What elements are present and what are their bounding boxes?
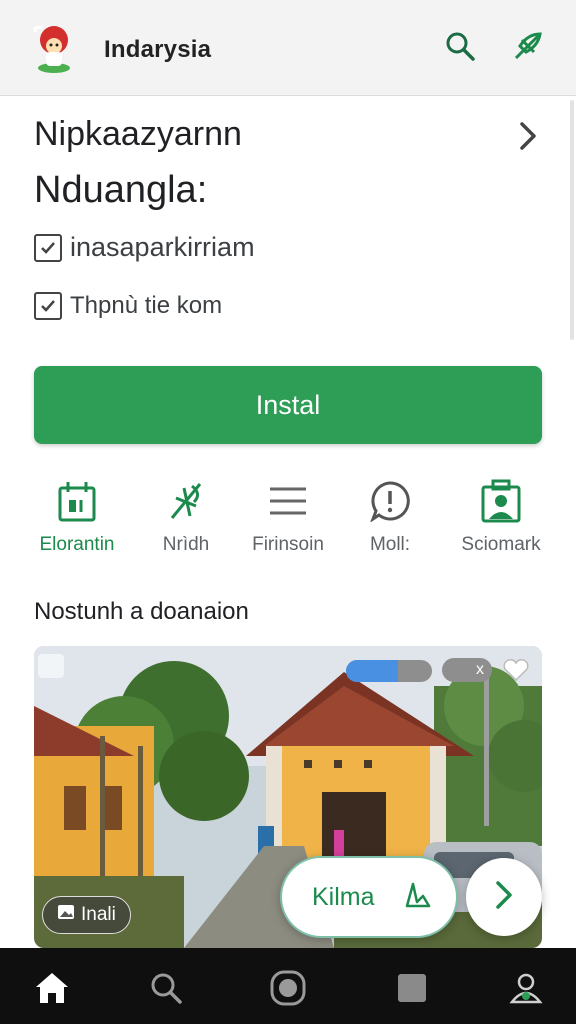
next-button[interactable] bbox=[466, 858, 542, 936]
square-icon[interactable] bbox=[392, 968, 432, 1008]
leaf-icon bbox=[131, 476, 241, 526]
check-item-1[interactable]: inasaparkirriam bbox=[34, 232, 255, 263]
quick-action-4[interactable]: Moll: bbox=[335, 476, 445, 556]
menu-icon bbox=[233, 476, 343, 526]
circle-icon[interactable] bbox=[268, 968, 308, 1008]
mascot-logo[interactable] bbox=[30, 24, 78, 74]
check-item-2[interactable]: Thpnù tie kom bbox=[34, 292, 222, 320]
quick-action-label: Sciomark bbox=[461, 534, 541, 555]
photo-icon bbox=[446, 476, 556, 526]
quick-action-label: Elorantin bbox=[39, 534, 115, 555]
gallery-badge-icon bbox=[38, 654, 64, 678]
profile-icon[interactable] bbox=[506, 968, 546, 1008]
heart-icon[interactable] bbox=[502, 658, 530, 682]
photo-progress-fill bbox=[346, 660, 398, 682]
top-app-bar: Indarysia bbox=[0, 0, 576, 96]
quick-action-2[interactable]: Nrìdh bbox=[131, 476, 241, 556]
app-title: Indarysia bbox=[104, 36, 212, 63]
chevron-right-icon[interactable] bbox=[512, 118, 544, 154]
checkbox-icon[interactable] bbox=[34, 292, 62, 320]
headline-line-2: Nduangla: bbox=[34, 169, 208, 211]
floating-action-pill[interactable]: Kilma bbox=[280, 856, 458, 938]
image-icon bbox=[57, 904, 75, 926]
leaf-action-icon[interactable] bbox=[510, 28, 546, 64]
scrollbar[interactable] bbox=[570, 100, 574, 340]
bottom-navigation bbox=[0, 948, 576, 1024]
chevron-right-icon bbox=[490, 879, 518, 916]
alert-icon bbox=[335, 476, 445, 526]
floating-pill-label: Kilma bbox=[312, 882, 375, 911]
install-button[interactable]: Instal bbox=[34, 366, 542, 444]
photo-chip[interactable]: Inali bbox=[42, 896, 131, 934]
check-label: inasaparkirriam bbox=[70, 232, 255, 262]
calendar-icon bbox=[22, 476, 132, 526]
quick-action-3[interactable]: Firinsoin bbox=[233, 476, 343, 556]
quick-action-label: Moll: bbox=[369, 534, 411, 555]
checkbox-icon[interactable] bbox=[34, 233, 62, 262]
check-label: Thpnù tie kom bbox=[70, 292, 223, 319]
search-icon[interactable] bbox=[442, 28, 478, 64]
photo-chip-label: Inali bbox=[81, 904, 116, 925]
quick-action-label: Nrìdh bbox=[162, 534, 210, 555]
photo-progress-bar bbox=[346, 660, 432, 682]
quick-action-5[interactable]: Sciomark bbox=[446, 476, 556, 556]
headline-line-1: Nipkaazyarnn bbox=[34, 115, 242, 153]
share-icon bbox=[403, 880, 433, 915]
photo-close-pill[interactable]: x bbox=[442, 658, 492, 682]
quick-action-1[interactable]: Elorantin bbox=[22, 476, 132, 556]
quick-action-label: Firinsoin bbox=[252, 534, 324, 555]
section-title: Nostunh a doanaion bbox=[34, 598, 249, 625]
home-icon[interactable] bbox=[32, 968, 72, 1008]
search-icon[interactable] bbox=[146, 968, 186, 1008]
